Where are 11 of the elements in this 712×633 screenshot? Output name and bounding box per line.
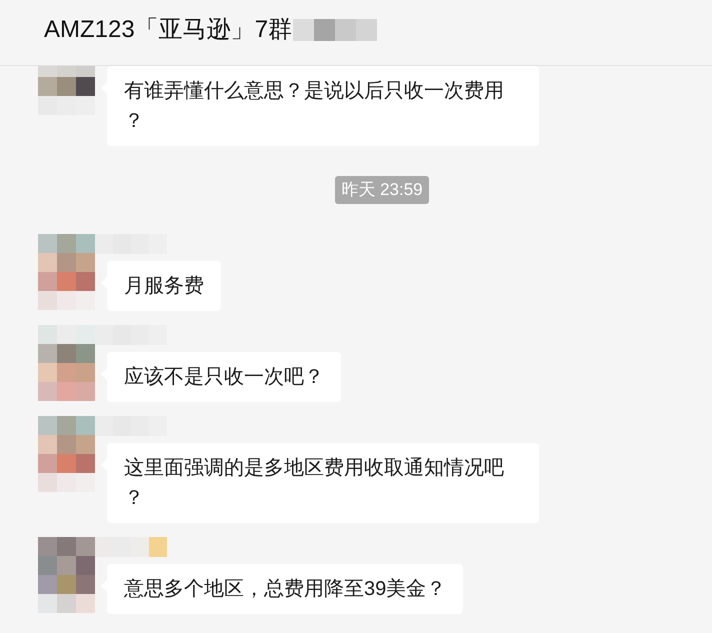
timestamp: 昨天 23:59 bbox=[335, 176, 429, 204]
message-bubble: 应该不是只收一次吧？ bbox=[107, 352, 341, 402]
name-mosaic-drawing bbox=[95, 536, 167, 556]
message-bubble: 月服务费 bbox=[107, 260, 221, 310]
message-bubble: 有谁弄懂什么意思？是说以后只收一次费用？ bbox=[107, 66, 539, 146]
name-mosaic-drawing bbox=[95, 416, 167, 436]
message-bubble: 意思多个地区，总费用降至39美金？ bbox=[107, 564, 464, 614]
chat-title: AMZ123「亚马逊」7群 bbox=[44, 14, 292, 44]
name-mosaic-drawing bbox=[95, 234, 167, 254]
name-mosaic-drawing bbox=[95, 324, 167, 344]
message-bubble: 这里面强调的是多地区费用收取通知情况吧？ bbox=[107, 442, 539, 522]
